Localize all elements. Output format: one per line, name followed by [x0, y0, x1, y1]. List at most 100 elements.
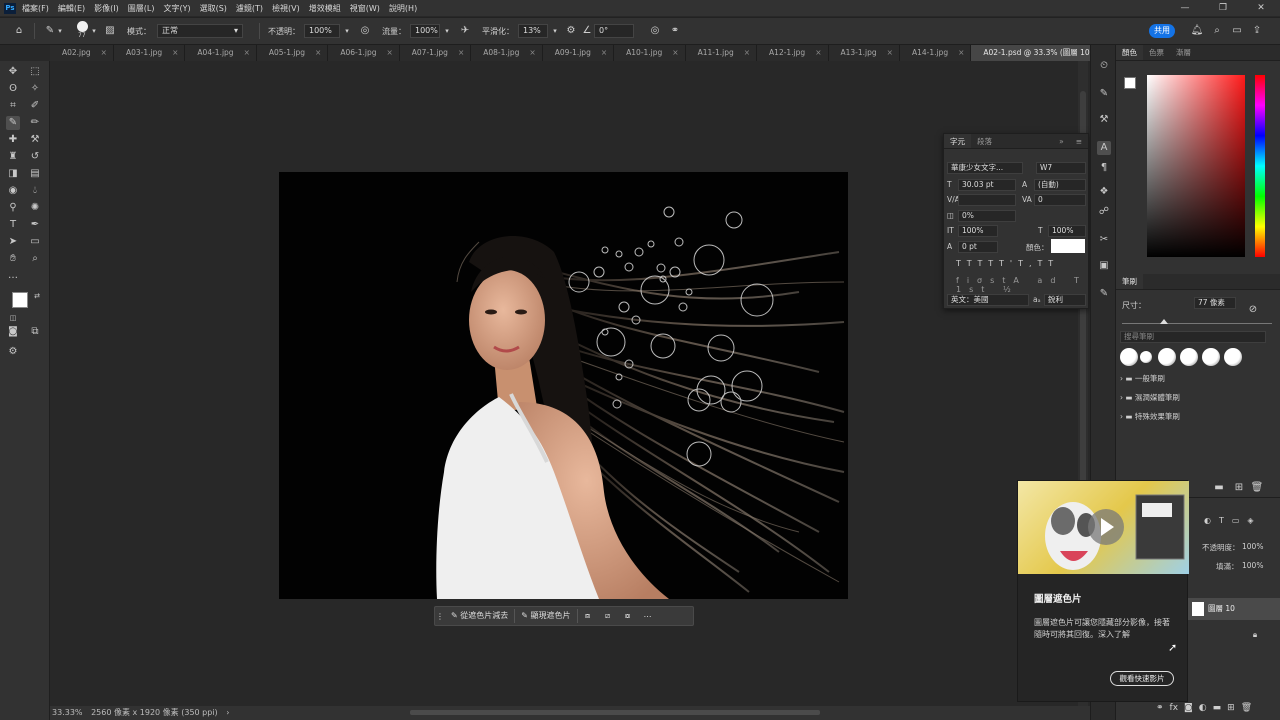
brush-size-slider-track[interactable] [1122, 323, 1272, 324]
brush-tip-3[interactable] [1158, 348, 1176, 366]
menu-select[interactable]: 選取(S) [200, 3, 227, 14]
language-select[interactable]: 英文：美國 [947, 294, 1029, 306]
sponge-tool-icon[interactable]: ✺ [28, 201, 42, 215]
invert-mask-icon[interactable]: ⧄ [598, 611, 618, 621]
screen-mode-icon[interactable]: ⧉ [28, 325, 42, 339]
share-icon[interactable]: ⇪ [1250, 24, 1264, 38]
link-layers-icon[interactable]: ⚭ [1156, 703, 1164, 713]
new-brush-icon[interactable]: ⊞ [1232, 481, 1246, 495]
brush-settings-icon[interactable]: ✎ [1097, 87, 1111, 101]
brush-folder-general[interactable]: › ▬ 一般筆刷 [1120, 370, 1270, 387]
history-brush-tool-icon[interactable]: ↺ [28, 150, 42, 164]
font-family-select[interactable]: 華康少女文字... [947, 162, 1023, 174]
hue-slider[interactable] [1255, 75, 1265, 257]
leading-input[interactable]: (自動) [1034, 179, 1086, 191]
adjustment-layer-icon[interactable]: ◐ [1199, 703, 1207, 713]
brush-size-slider-handle[interactable] [1160, 319, 1168, 324]
zoom-level[interactable]: 33.33% [52, 708, 83, 717]
brush-search-input[interactable]: 搜尋筆刷 [1120, 331, 1266, 343]
brush-tip-6[interactable] [1224, 348, 1242, 366]
search-icon[interactable]: ⌕ [1210, 24, 1224, 38]
tab-a02[interactable]: A02.jpg × [50, 45, 114, 61]
edit-toolbar-icon[interactable]: ⚙ [6, 345, 20, 359]
tab-a06-1[interactable]: A06-1.jpg × [328, 45, 400, 61]
eyedropper-tool-icon[interactable]: ✐ [28, 99, 42, 113]
quick-select-tool-icon[interactable]: ✧ [28, 82, 42, 96]
menu-layer[interactable]: 圖層(L) [128, 3, 155, 14]
delete-brush-icon[interactable]: 🗑︎ [1250, 481, 1264, 495]
opentype-buttons[interactable]: fiσstA ad T 1st ½ [956, 276, 1088, 294]
tab-a09-1[interactable]: A09-1.jpg × [542, 45, 615, 61]
collapse-icon[interactable]: » [1053, 134, 1070, 148]
clone-source-icon[interactable]: ⚒ [1097, 113, 1111, 127]
panel-foreground-swatch[interactable] [1124, 77, 1136, 89]
chevron-down-icon[interactable]: ▾ [440, 24, 454, 38]
foreground-color-swatch[interactable] [12, 292, 28, 308]
airbrush-icon[interactable]: ✈ [458, 24, 472, 38]
smoothing-input[interactable]: 13% [518, 24, 548, 38]
menu-file[interactable]: 檔案(F) [22, 3, 49, 14]
chevron-right-icon[interactable]: › [226, 708, 229, 717]
document-info[interactable]: 2560 像素 x 1920 像素 (350 ppi) [91, 708, 218, 717]
close-icon[interactable]: × [815, 48, 821, 57]
baseline-shift-input[interactable]: 0 pt [958, 241, 998, 253]
opacity-value[interactable]: 100% [1242, 542, 1263, 551]
more-tools-icon[interactable]: … [6, 269, 20, 283]
fill-value[interactable]: 100% [1242, 561, 1263, 570]
panel-menu-icon[interactable]: ≡ [1070, 134, 1088, 148]
brush-tool-icon[interactable]: ✎ [6, 116, 20, 130]
gradient-tool-icon[interactable]: ▤ [28, 167, 42, 181]
brush-tip-1[interactable] [1120, 348, 1138, 366]
color-field[interactable] [1147, 75, 1245, 257]
gear-icon[interactable]: ⚙ [564, 24, 578, 38]
text-color-swatch[interactable] [1051, 239, 1085, 253]
tab-a04-1[interactable]: A04-1.jpg × [185, 45, 257, 61]
menu-image[interactable]: 影像(I) [94, 3, 119, 14]
tab-a08-1[interactable]: A08-1.jpg × [471, 45, 543, 61]
lasso-tool-icon[interactable]: ʘ [6, 82, 20, 96]
pen-tool-icon[interactable]: ✒ [28, 218, 42, 232]
close-icon[interactable]: × [244, 48, 250, 57]
layer-filter-icons[interactable]: ◐T▭◈ [1204, 516, 1262, 525]
close-icon[interactable]: × [172, 48, 178, 57]
chevron-down-icon[interactable]: ▾ [548, 24, 562, 38]
symmetry-icon[interactable]: ⚭ [668, 24, 682, 38]
brush-folder-wet-media[interactable]: › ▬ 濕潤媒體筆刷 [1120, 389, 1270, 406]
menu-help[interactable]: 說明(H) [389, 3, 417, 14]
subtract-from-mask-button[interactable]: ✎ 從遮色片減去 [445, 609, 516, 623]
brush-folder-special[interactable]: › ▬ 特殊效果筆刷 [1120, 408, 1270, 425]
kerning-input[interactable] [958, 194, 1016, 206]
tab-a10-1[interactable]: A10-1.jpg × [614, 45, 686, 61]
glyphs-icon[interactable]: ❖ [1097, 185, 1111, 199]
home-icon[interactable]: ⌂ [12, 24, 26, 38]
bell-icon[interactable]: 🔔︎ [1190, 24, 1204, 38]
menu-type[interactable]: 文字(Y) [163, 3, 190, 14]
close-icon[interactable]: × [386, 48, 392, 57]
close-icon[interactable]: × [458, 48, 464, 57]
horizontal-scrollbar[interactable] [410, 710, 820, 715]
document-image[interactable] [279, 172, 848, 599]
tab-color[interactable]: 顏色 [1116, 45, 1143, 60]
close-icon[interactable]: × [601, 48, 607, 57]
tab-gradients[interactable]: 漸層 [1170, 45, 1197, 60]
quick-mask-icon[interactable]: ◙ [6, 325, 20, 339]
close-icon[interactable]: × [101, 48, 107, 57]
layer-row-10[interactable]: 圖層 10 [1188, 598, 1280, 620]
crop-tool-icon[interactable]: ⌗ [6, 99, 20, 113]
pressure-opacity-icon[interactable]: ◎ [358, 24, 372, 38]
layer-name[interactable]: 圖層 10 [1208, 603, 1235, 614]
clone-stamp-tool-icon[interactable]: ⚒ [28, 133, 42, 147]
eraser-tool-icon[interactable]: ◨ [6, 167, 20, 181]
brush-tip-4[interactable] [1180, 348, 1198, 366]
chevron-down-icon[interactable]: ▾ [91, 24, 97, 38]
brush-tip-5[interactable] [1202, 348, 1220, 366]
play-button[interactable] [1088, 509, 1124, 545]
menu-plugins[interactable]: 增效模組 [309, 3, 341, 14]
tools-icon[interactable]: ✂ [1097, 233, 1111, 247]
rectangle-tool-icon[interactable]: ▭ [28, 235, 42, 249]
minimize-button[interactable]: — [1166, 0, 1204, 16]
bucket-tool-icon[interactable]: ◉ [6, 184, 20, 198]
restore-button[interactable]: ❐ [1204, 0, 1242, 16]
video-thumbnail[interactable] [1018, 481, 1189, 574]
paragraph-icon[interactable]: ¶ [1097, 161, 1111, 175]
